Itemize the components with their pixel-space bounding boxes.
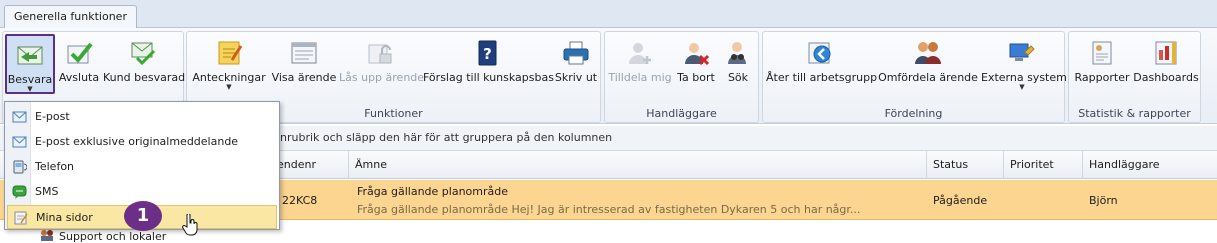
visa-arende-label: Visa ärende: [271, 71, 337, 84]
reply-mail-icon: [17, 46, 43, 65]
external-system-icon: [1009, 43, 1035, 61]
ta-bort-label: Ta bort: [677, 71, 715, 84]
sms-icon: [12, 185, 27, 199]
cell-arendenr: 22KC8: [282, 194, 318, 207]
chevron-down-icon: ▼: [226, 83, 232, 91]
menu-item-label: SMS: [35, 185, 59, 198]
column-header-amne[interactable]: Ämne: [348, 151, 926, 179]
externa-system-button[interactable]: Externa system ▼: [981, 34, 1067, 94]
las-upp-arende-label: Lås upp ärende: [339, 71, 425, 84]
avsluta-label: Avsluta: [58, 71, 100, 84]
forslag-kunskapsbas-label: Förslag till kunskapsbas: [423, 71, 554, 84]
chevron-down-icon: ▼: [1019, 83, 1025, 91]
svg-text:?: ?: [483, 45, 492, 63]
ta-bort-button[interactable]: Ta bort: [674, 34, 718, 94]
envelope-icon: [12, 136, 27, 148]
cell-status: Pågående: [933, 194, 988, 207]
column-header-prioritet[interactable]: Prioritet: [1003, 151, 1082, 179]
step-callout-badge: 1: [124, 201, 162, 231]
reassign-case-icon: [915, 42, 941, 64]
ribbon-group-handlaggare: Tilldela mig Ta bort Sök Handläggare: [604, 31, 759, 123]
kund-besvarad-button[interactable]: Kund besvarad: [103, 34, 186, 94]
menu-item-label: E-post: [35, 110, 70, 123]
group-label-fordelning: Fördelning: [884, 107, 943, 120]
skriv-ut-button[interactable]: Skriv ut: [553, 34, 599, 94]
dashboards-label: Dashboards: [1133, 71, 1199, 84]
rapporter-label: Rapporter: [1074, 71, 1130, 84]
knowledge-base-icon: ?: [478, 40, 497, 66]
note-icon: [14, 211, 28, 225]
tilldela-mig-label: Tilldela mig: [608, 71, 672, 84]
sok-label: Sök: [727, 71, 749, 84]
menu-item-label: Mina sidor: [36, 211, 93, 224]
dashboard-icon: [1155, 41, 1177, 65]
cell-handlaggare: Björn: [1089, 194, 1118, 207]
tab-generella-funktioner[interactable]: Generella funktioner: [4, 5, 137, 29]
group-label-statistik: Statistik & rapporter: [1078, 107, 1191, 120]
column-header-status[interactable]: Status: [926, 151, 1003, 179]
ater-till-arbetsgrupp-button[interactable]: Åter till arbetsgrupp: [766, 34, 878, 94]
menu-item-label: Telefon: [35, 160, 75, 173]
column-header-arendenr[interactable]: endenr: [270, 151, 348, 179]
omfordela-arende-button[interactable]: Omfördela ärende: [877, 34, 979, 94]
dashboards-button[interactable]: Dashboards: [1133, 34, 1199, 94]
forslag-kunskapsbas-button[interactable]: ? Förslag till kunskapsbas: [423, 34, 554, 94]
avsluta-button[interactable]: Avsluta: [58, 34, 100, 94]
envelope-icon: [12, 111, 27, 123]
cell-amne-title: Fråga gällande planområde: [357, 185, 509, 198]
group-by-hint-text: nrubrik och släpp den här för att gruppe…: [280, 131, 613, 144]
ater-till-arbetsgrupp-label: Åter till arbetsgrupp: [766, 71, 878, 84]
omfordela-arende-label: Omfördela ärende: [878, 71, 978, 84]
phone-icon: [13, 160, 27, 174]
chevron-down-icon: ▼: [27, 85, 33, 93]
assign-me-icon: [629, 43, 651, 64]
cell-amne-preview: Fråga gällande planområde Hej! Jag är in…: [357, 203, 861, 216]
notes-icon: [218, 41, 243, 65]
visa-arende-button[interactable]: Visa ärende: [269, 34, 339, 94]
remove-handler-icon: [685, 43, 710, 66]
las-upp-arende-button[interactable]: Lås upp ärende: [339, 34, 425, 94]
unlock-case-icon: [368, 44, 392, 64]
tilldela-mig-button[interactable]: Tilldela mig: [608, 34, 672, 94]
view-case-icon: [291, 42, 317, 64]
return-to-group-icon: [808, 42, 831, 64]
skriv-ut-label: Skriv ut: [554, 71, 598, 84]
report-icon: [1092, 41, 1112, 65]
kund-besvarad-label: Kund besvarad: [103, 71, 186, 84]
customer-answered-icon: [131, 42, 156, 66]
group-icon: [41, 230, 53, 241]
checkmark-document-icon: [67, 42, 93, 64]
sok-button[interactable]: Sök: [720, 34, 756, 94]
tree-row-label: Support och lokaler: [59, 230, 167, 243]
ribbon-group-statistik: Rapporter Dashboards Statistik & rapport…: [1068, 31, 1201, 123]
printer-icon: [563, 41, 589, 65]
rapporter-button[interactable]: Rapporter: [1072, 34, 1132, 94]
menu-item-e-post[interactable]: E-post: [7, 105, 277, 129]
search-handler-icon: [728, 42, 746, 64]
menu-item-label: E-post exklusive originalmeddelande: [35, 135, 239, 148]
anteckningar-button[interactable]: Anteckningar ▼: [191, 34, 267, 94]
menu-item-e-post-exklusive[interactable]: E-post exklusive originalmeddelande: [7, 130, 277, 154]
menu-item-telefon[interactable]: Telefon: [7, 155, 277, 179]
hand-cursor-icon: [182, 214, 198, 236]
ribbon-tab-strip: Generella funktioner: [0, 0, 1217, 29]
besvara-button[interactable]: Besvara ▼: [5, 34, 55, 94]
column-header-handlaggare[interactable]: Handläggare: [1082, 151, 1217, 179]
ribbon-group-fordelning: Åter till arbetsgrupp Omfördela ärende E…: [762, 31, 1067, 123]
group-label-handlaggare: Handläggare: [646, 107, 717, 120]
